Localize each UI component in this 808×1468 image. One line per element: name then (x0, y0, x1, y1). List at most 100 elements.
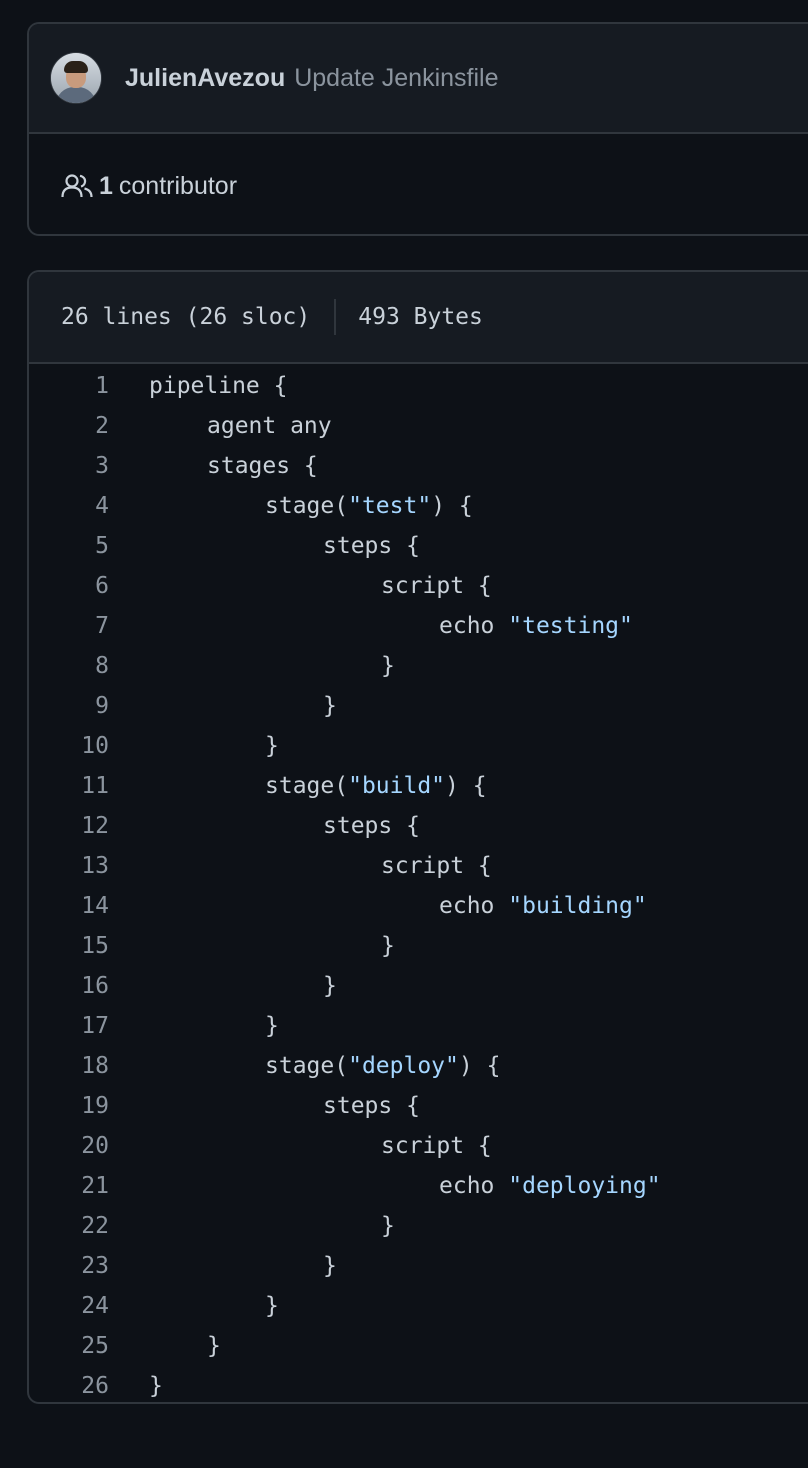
code-line: 24} (29, 1286, 808, 1326)
avatar[interactable] (51, 53, 101, 103)
code-line: 18 stage("deploy") { (29, 1046, 808, 1086)
line-number[interactable]: 13 (29, 853, 109, 879)
code-token: agent any (207, 413, 332, 439)
code-token: ) { (458, 1053, 501, 1079)
line-content: } (149, 1373, 163, 1399)
line-content: steps { (149, 813, 420, 839)
code-token: script { (381, 853, 492, 879)
line-number[interactable]: 6 (29, 573, 109, 599)
line-number[interactable]: 3 (29, 453, 109, 479)
line-number[interactable]: 10 (29, 733, 109, 759)
line-content: echo "building" (149, 893, 647, 919)
line-number[interactable]: 23 (29, 1253, 109, 1279)
code-token: } (323, 693, 337, 719)
file-info-header: 26 lines (26 sloc) 493 Bytes (29, 272, 808, 364)
line-content: } (149, 1013, 279, 1039)
contributors-row[interactable]: 1 contributor (29, 134, 808, 238)
code-token: ) { (445, 773, 487, 799)
line-number[interactable]: 17 (29, 1013, 109, 1039)
file-box: 26 lines (26 sloc) 493 Bytes 1 pipeline {… (27, 270, 808, 1404)
line-number[interactable]: 7 (29, 613, 109, 639)
file-lines-info: 26 lines (26 sloc) (61, 304, 311, 330)
string-literal: "test" (348, 493, 432, 519)
code-token: echo (439, 613, 509, 639)
line-number[interactable]: 11 (29, 773, 109, 799)
contributors-label: contributor (118, 171, 238, 200)
line-number[interactable]: 2 (29, 413, 109, 439)
code-line: 6 script { (29, 566, 808, 606)
line-content: } (149, 1253, 337, 1279)
code-line: 9} (29, 686, 808, 726)
line-number[interactable]: 8 (29, 653, 109, 679)
line-number[interactable]: 21 (29, 1173, 109, 1199)
line-number[interactable]: 20 (29, 1133, 109, 1159)
commit-box: JulienAvezou Update Jenkinsfile 1 contri… (27, 22, 808, 236)
line-number[interactable]: 19 (29, 1093, 109, 1119)
contributors-count: 1 (99, 171, 113, 200)
line-number[interactable]: 18 (29, 1053, 109, 1079)
code-token: } (207, 1333, 221, 1359)
line-content: echo "deploying" (149, 1173, 661, 1199)
line-number[interactable]: 22 (29, 1213, 109, 1239)
line-number[interactable]: 15 (29, 933, 109, 959)
line-content: } (149, 1213, 395, 1239)
code-token: steps { (323, 533, 420, 559)
code-token: stages { (207, 453, 318, 479)
file-size: 493 Bytes (358, 304, 483, 330)
code-line: 26} (29, 1366, 808, 1406)
code-line: 17} (29, 1006, 808, 1046)
commit-author-link[interactable]: JulienAvezou (125, 64, 285, 93)
string-literal: "deploy" (348, 1053, 459, 1079)
code-line: 20 script { (29, 1126, 808, 1166)
code-line: 2 agent any (29, 406, 808, 446)
code-line: 16} (29, 966, 808, 1006)
commit-message-link[interactable]: Update Jenkinsfile (294, 64, 498, 93)
line-number[interactable]: 26 (29, 1373, 109, 1399)
code-token: script { (381, 1133, 492, 1159)
code-token: stage( (265, 1053, 349, 1079)
line-content: script { (149, 853, 492, 879)
line-content: } (149, 973, 337, 999)
code-token: } (323, 1253, 337, 1279)
line-number[interactable]: 1 (29, 373, 109, 399)
line-content: stage("test") { (149, 493, 473, 519)
line-content: stages { (149, 453, 318, 479)
line-content: stage("build") { (149, 773, 487, 799)
code-token: } (265, 733, 279, 759)
code-line: 22} (29, 1206, 808, 1246)
line-number[interactable]: 14 (29, 893, 109, 919)
code-token: } (323, 973, 337, 999)
line-content: } (149, 733, 279, 759)
line-number[interactable]: 12 (29, 813, 109, 839)
line-content: } (149, 653, 395, 679)
code-line: 4 stage("test") { (29, 486, 808, 526)
line-number[interactable]: 5 (29, 533, 109, 559)
file-info-divider (334, 299, 337, 335)
latest-commit-header: JulienAvezou Update Jenkinsfile (29, 24, 808, 134)
code-token: script { (381, 573, 492, 599)
code-token: echo (439, 1173, 509, 1199)
code-line: 25} (29, 1326, 808, 1366)
line-content: steps { (149, 1093, 420, 1119)
line-content: steps { (149, 533, 420, 559)
string-literal: "deploying" (508, 1173, 661, 1199)
people-icon (61, 174, 93, 198)
line-content: } (149, 1333, 221, 1359)
code-line: 3 stages { (29, 446, 808, 486)
code-line: 10} (29, 726, 808, 766)
line-content: } (149, 933, 395, 959)
line-content: } (149, 693, 337, 719)
code-token: } (381, 933, 395, 959)
code-token: } (265, 1293, 279, 1319)
code-token: pipeline { (149, 373, 288, 399)
code-token: steps { (323, 1093, 420, 1119)
line-number[interactable]: 9 (29, 693, 109, 719)
code-token: } (149, 1373, 163, 1399)
line-number[interactable]: 25 (29, 1333, 109, 1359)
code-line: 15} (29, 926, 808, 966)
line-number[interactable]: 4 (29, 493, 109, 519)
line-content: stage("deploy") { (149, 1053, 500, 1079)
line-content: agent any (149, 413, 332, 439)
line-number[interactable]: 16 (29, 973, 109, 999)
line-number[interactable]: 24 (29, 1293, 109, 1319)
